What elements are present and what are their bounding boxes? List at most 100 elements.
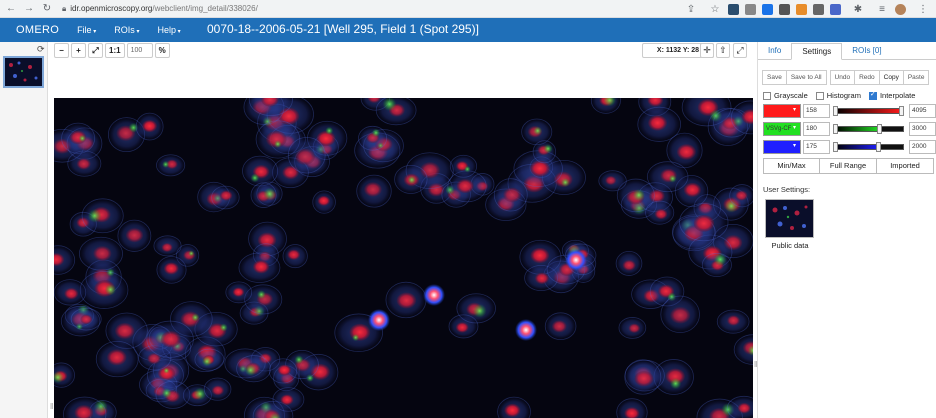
menu-help[interactable]: Help [157,25,180,35]
app-header: OMERO File ROIs Help 0070-18--2006-05-21… [0,18,936,42]
green-signal [543,144,553,154]
channel-range-slider[interactable] [833,106,904,116]
slider-handle-end[interactable] [875,142,881,152]
green-signal [244,364,257,377]
zoom-input[interactable]: 100 [126,43,153,58]
omero-logo[interactable]: OMERO [16,24,59,36]
lock-icon: 🔒︎ [62,3,67,13]
cell-nucleus [503,187,522,203]
channel-min-input[interactable]: 180 [803,122,830,136]
imported-button[interactable]: Imported [877,158,934,174]
channel-min-input[interactable]: 158 [803,104,830,118]
channel-min-input[interactable]: 175 [803,140,830,154]
zoom-1to1-button[interactable]: 1:1 [105,43,125,58]
user-settings-thumbnail[interactable] [765,199,814,238]
cell-nucleus [648,115,667,131]
green-signal [219,323,228,332]
copy-button[interactable]: Copy [879,70,904,85]
extension-icon[interactable] [796,3,807,15]
chevron-down-icon[interactable]: ▾ [793,142,796,149]
menu-icon[interactable]: ≡ [875,2,889,16]
cell-nucleus [253,260,270,274]
cell-nucleus [80,314,93,325]
extensions-puzzle-icon[interactable]: ✱ [851,2,865,16]
interpolate-checkbox[interactable] [868,90,877,100]
channel-range-slider[interactable] [833,124,904,134]
tab-rois[interactable]: ROIs [0] [842,43,891,59]
extension-icon[interactable] [728,3,739,15]
histogram-option[interactable]: Histogram [815,91,861,100]
menu-rois[interactable]: ROIs [114,25,139,35]
channel-range-slider[interactable] [833,142,904,152]
grayscale-option[interactable]: Grayscale [763,91,808,100]
channel-row: VSVg-CF ▾ 180 3000 [763,122,936,136]
more-icon[interactable]: ⋮ [916,2,930,16]
cell-nucleus [219,190,233,201]
cell-nucleus [737,402,751,414]
zoom-out-button[interactable]: − [54,43,69,58]
zoom-fit-button[interactable]: ⤢ [88,43,103,58]
zoom-in-button[interactable]: + [71,43,86,58]
green-signal [161,388,172,399]
green-signal [407,175,417,185]
paste-button[interactable]: Paste [903,70,930,85]
forward-icon[interactable]: → [22,2,36,16]
reload-icon[interactable]: ↻ [40,2,54,16]
save-to-all-button[interactable]: Save to All [786,70,827,85]
share-icon[interactable]: ⇪ [684,2,698,16]
min-max-button[interactable]: Min/Max [763,158,820,174]
cell-nucleus [670,307,691,324]
panel-tabs: Info Settings ROIs [0] [758,43,936,60]
redo-button[interactable]: Redo [855,70,880,85]
cell-nucleus [551,320,567,333]
extension-icon[interactable] [830,3,841,15]
cell-nucleus [142,120,157,133]
refresh-icon[interactable]: ⟳ [37,44,45,55]
channel-slider-fill [835,145,879,149]
histogram-checkbox[interactable] [815,91,824,100]
image-thumbnail[interactable] [3,56,44,88]
green-signal [87,208,102,223]
address-bar[interactable]: idr.openmicroscopy.org/webclient/img_det… [70,4,258,13]
channel-max-input[interactable]: 4095 [909,104,936,118]
viewer-toolbar: − + ⤢ 1:1 100 % [54,43,170,58]
slider-handle-start[interactable] [833,124,838,134]
undo-button[interactable]: Undo [829,70,856,85]
bookmark-star-icon[interactable]: ☆ [708,2,722,16]
cell-nucleus [76,158,91,170]
cell-nucleus [396,292,417,309]
upload-icon[interactable]: ⇧ [716,43,730,58]
extension-icon[interactable] [779,3,790,15]
channel-max-input[interactable]: 3000 [909,122,936,136]
menu-file[interactable]: File [77,25,96,35]
avatar[interactable] [895,3,906,15]
fullscreen-icon[interactable]: ⤢ [733,43,747,58]
pane-resize-handle[interactable]: ‖ [50,402,53,411]
settings-panel: Info Settings ROIs [0] Save Save to All … [757,42,936,418]
bright-cell [515,319,537,341]
slider-handle-end[interactable] [876,124,882,134]
tab-info[interactable]: Info [758,43,791,59]
channel-max-input[interactable]: 2000 [909,140,936,154]
slider-handle-end[interactable] [898,106,904,116]
green-signal [371,128,381,138]
image-viewer-canvas[interactable] [54,98,753,418]
extension-icon[interactable] [745,3,756,15]
full-range-button[interactable]: Full Range [820,158,877,174]
extension-icon[interactable] [813,3,824,15]
zoom-percent-button[interactable]: % [154,43,170,58]
save-button[interactable]: Save [762,70,787,85]
chevron-down-icon[interactable]: ▾ [793,106,796,113]
chevron-down-icon[interactable]: ▾ [793,124,796,131]
green-signal [464,165,471,173]
extension-icon[interactable] [762,3,773,15]
slider-handle-start[interactable] [833,142,838,152]
crosshair-icon[interactable]: ✛ [700,43,714,58]
tab-settings[interactable]: Settings [791,43,843,60]
cell-nucleus [160,331,181,348]
green-signal [632,188,646,202]
slider-handle-start[interactable] [833,106,838,116]
interpolate-option[interactable]: Interpolate [868,90,915,100]
grayscale-checkbox[interactable] [763,91,771,100]
back-icon[interactable]: ← [4,2,18,16]
